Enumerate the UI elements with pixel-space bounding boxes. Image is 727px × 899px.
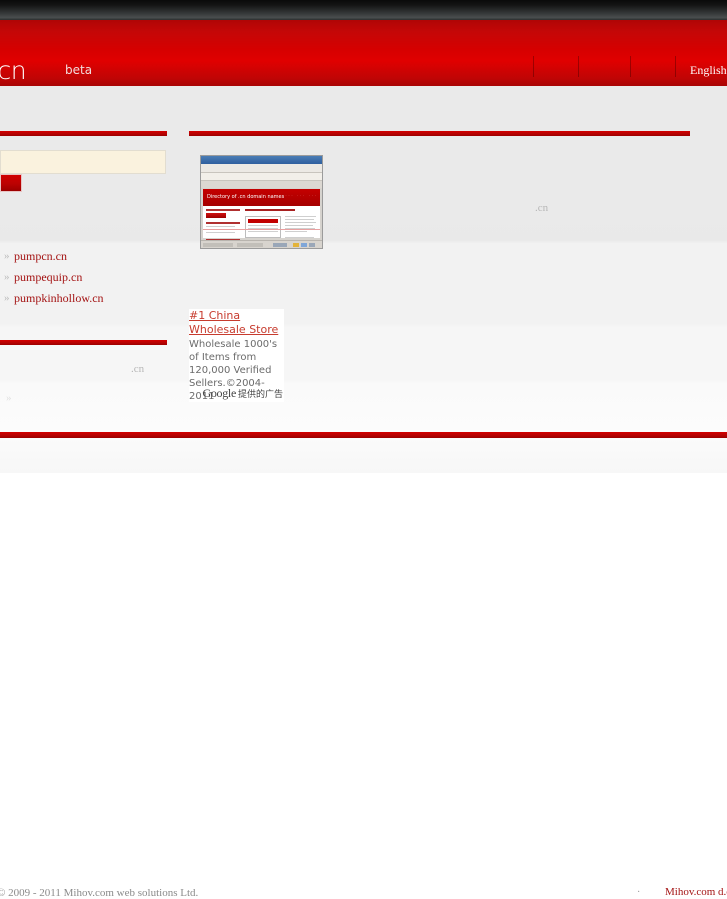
top-bar [0, 0, 727, 20]
ad-title-line1: #1 China [189, 309, 241, 322]
footer-separator-dot: · [637, 887, 641, 898]
advertisement-block[interactable]: #1 China Wholesale Store Wholesale 1000'… [189, 309, 284, 402]
ad-brand-suffix: 提供的广告 [237, 390, 283, 400]
site-logo[interactable]: .cn [0, 58, 27, 83]
ad-title-line2: Wholesale Store [189, 323, 279, 336]
search-input[interactable] [0, 150, 166, 174]
thumbnail-right-column [245, 209, 317, 241]
ad-title-link[interactable]: #1 China Wholesale Store [189, 309, 284, 337]
thumbnail-left-column [206, 209, 240, 244]
list-item[interactable]: » pumpcn.cn [0, 248, 180, 269]
thumbnail-browser-addressbar [201, 173, 322, 181]
nav-separator-2 [578, 56, 579, 77]
faint-tld-label-lower: .cn [131, 363, 145, 375]
domain-link[interactable]: pumpkinhollow.cn [14, 291, 104, 305]
search-button[interactable] [0, 174, 22, 192]
nav-separator-4 [675, 56, 676, 77]
bullet-icon-trailing: » [6, 392, 12, 404]
list-item[interactable]: » pumpequip.cn [0, 269, 180, 290]
bullet-icon: » [4, 271, 10, 283]
domain-link[interactable]: pumpcn.cn [14, 249, 67, 263]
thumbnail-page-body [203, 206, 320, 244]
thumbnail-site-nav: ··· ··· ··· [285, 194, 318, 198]
bullet-icon: » [4, 292, 10, 304]
list-item[interactable]: » pumpkinhollow.cn [0, 290, 180, 311]
site-header: .cn beta English [0, 20, 727, 86]
nav-separator-1 [533, 56, 534, 77]
site-footer: © 2009 - 2011 Mihov.com web solutions Lt… [0, 438, 727, 899]
divider-left-mid [0, 340, 167, 345]
nav-separator-3 [630, 56, 631, 77]
thumbnail-browser-tabbar [201, 181, 322, 188]
thumbnail-browser-toolbar [201, 164, 322, 173]
google-logo: Google [202, 386, 236, 400]
divider-right-top [189, 131, 690, 136]
site-thumbnail-preview[interactable]: Directory of .cn domain names ··· ··· ··… [200, 155, 323, 249]
page-bottom-fill [0, 473, 727, 545]
bullet-icon: » [4, 250, 10, 262]
thumbnail-browser-statusbar [201, 240, 322, 248]
ad-brand: Google 提供的广告 [202, 382, 283, 401]
domain-link[interactable]: pumpequip.cn [14, 270, 82, 284]
beta-badge: beta [65, 63, 93, 77]
footer-company-link[interactable]: Mihov.com d.o.o. [665, 886, 727, 898]
nav-item-english[interactable]: English [690, 63, 727, 77]
faint-tld-label-main: .cn [535, 202, 549, 214]
thumbnail-browser-titlebar [201, 156, 322, 164]
divider-left-top [0, 131, 167, 136]
copyright-text: © 2009 - 2011 Mihov.com web solutions Lt… [0, 887, 199, 899]
